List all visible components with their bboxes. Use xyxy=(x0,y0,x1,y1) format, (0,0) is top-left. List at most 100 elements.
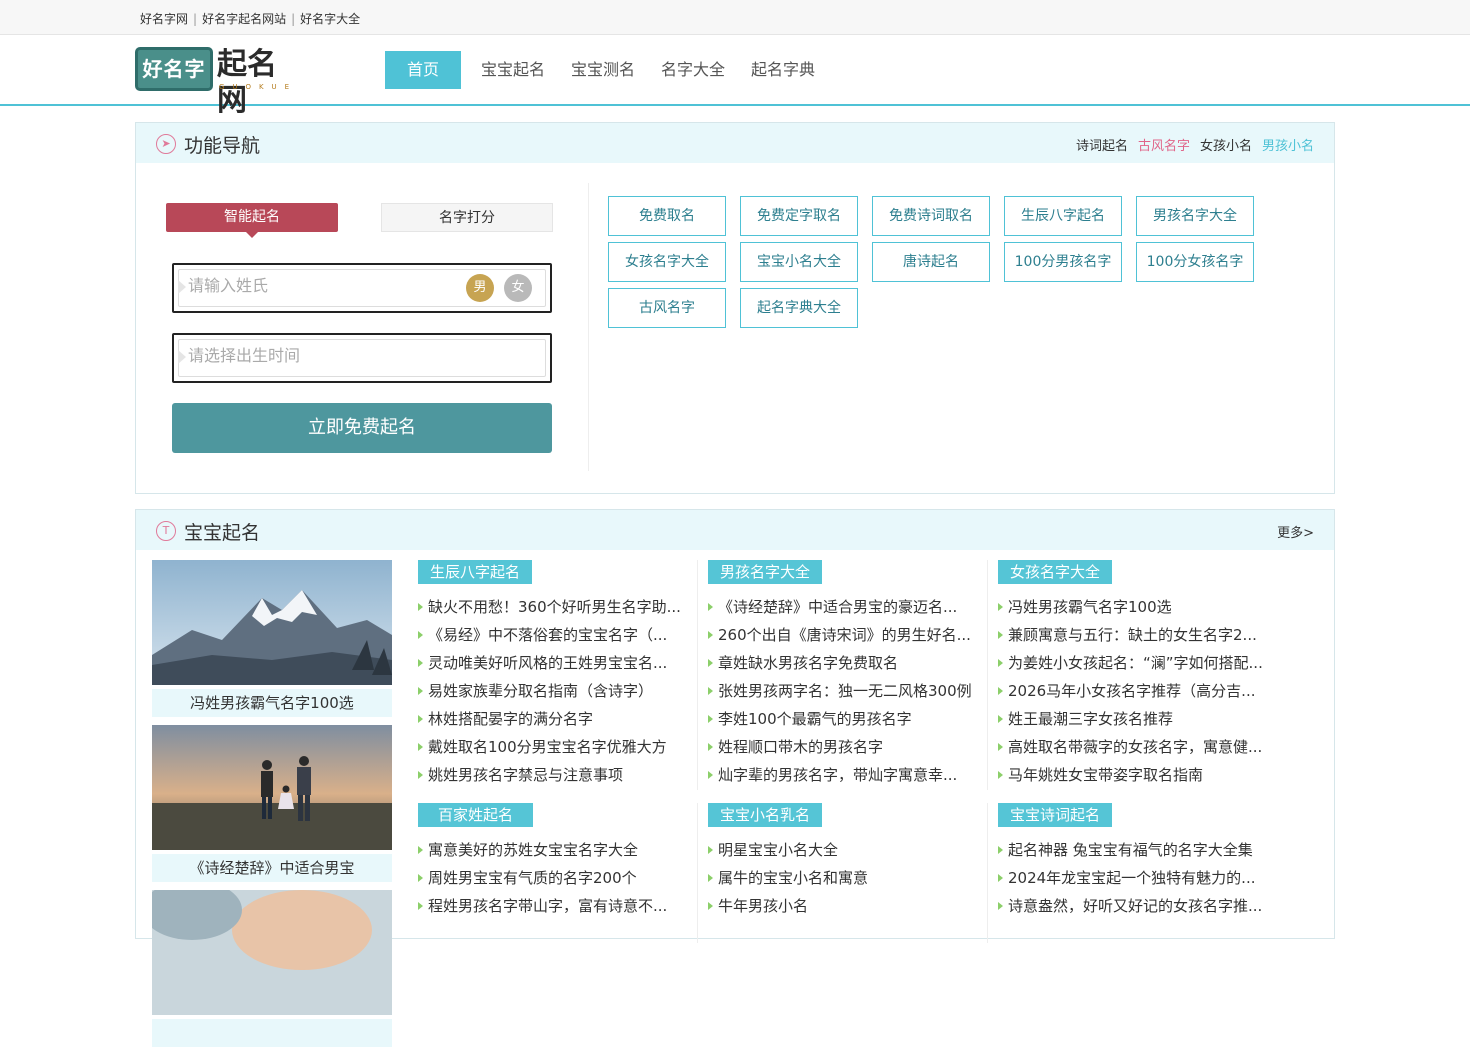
category-tag[interactable]: 宝宝小名乳名 xyxy=(708,803,823,827)
list-item[interactable]: 属牛的宝宝小名和寓意 xyxy=(708,864,978,892)
top-link-naming-site[interactable]: 好名字起名网站 xyxy=(202,12,286,26)
site-header: 好名字 起名网 GUOKUE 首页 宝宝起名 宝宝测名 名字大全 起名字典 xyxy=(0,35,1470,118)
category-tag[interactable]: 女孩名字大全 xyxy=(998,560,1113,584)
tool-ancient-names[interactable]: 古风名字 xyxy=(608,288,726,328)
list-item[interactable]: 牛年男孩小名 xyxy=(708,892,978,920)
nav-baby-name-test[interactable]: 宝宝测名 xyxy=(561,51,645,89)
t-badge-icon: T xyxy=(156,521,176,541)
tool-naming-dictionary[interactable]: 起名字典大全 xyxy=(740,288,858,328)
list-item[interactable]: 寓意美好的苏姓女宝宝名字大全 xyxy=(418,836,688,864)
thumb-caption: 《诗经楚辞》中适合男宝 xyxy=(152,854,392,882)
tool-free-naming[interactable]: 免费取名 xyxy=(608,196,726,236)
list-item[interactable]: 为姜姓小女孩起名：“澜”字如何搭配... xyxy=(998,649,1268,677)
tool-bazi-naming[interactable]: 生辰八字起名 xyxy=(1004,196,1122,236)
surname-field: 男 女 xyxy=(172,263,552,313)
site-logo[interactable]: 好名字 起名网 GUOKUE xyxy=(135,47,298,118)
main-nav: 首页 宝宝起名 宝宝测名 名字大全 起名字典 xyxy=(385,51,831,89)
free-naming-button[interactable]: 立即免费起名 xyxy=(172,403,552,453)
article-list: 寓意美好的苏姓女宝宝名字大全 周姓男宝宝有气质的名字200个 程姓男孩名字带山字… xyxy=(418,836,688,920)
list-item[interactable]: 灵动唯美好听风格的王姓男宝宝名... xyxy=(418,649,688,677)
list-item[interactable]: 高姓取名带薇字的女孩名字，寓意健... xyxy=(998,733,1268,761)
birth-time-input[interactable] xyxy=(188,343,448,367)
list-item[interactable]: 《易经》中不落俗套的宝宝名字（... xyxy=(418,621,688,649)
list-item[interactable]: 《诗经楚辞》中适合男宝的豪迈名... xyxy=(708,593,978,621)
logo-seal: 好名字 xyxy=(135,47,213,91)
list-item[interactable]: 缺火不用愁！360个好听男生名字助... xyxy=(418,593,688,621)
category-column: 女孩名字大全 冯姓男孩霸气名字100选 兼顾寓意与五行：缺土的女生名字2... … xyxy=(998,560,1268,789)
tool-100-boy-names[interactable]: 100分男孩名字 xyxy=(1004,242,1122,282)
list-item[interactable]: 章姓缺水男孩名字免费取名 xyxy=(708,649,978,677)
gender-female-button[interactable]: 女 xyxy=(504,274,532,302)
list-item[interactable]: 马年姚姓女宝带姿字取名指南 xyxy=(998,761,1268,789)
list-item[interactable]: 林姓搭配晏字的满分名字 xyxy=(418,705,688,733)
top-links: 好名字网 | 好名字起名网站 | 好名字大全 xyxy=(140,12,361,26)
quick-link-poetry-naming[interactable]: 诗词起名 xyxy=(1076,135,1128,154)
list-item[interactable]: 起名神器 兔宝宝有福气的名字大全集 xyxy=(998,836,1268,864)
list-item[interactable]: 兼顾寓意与五行：缺土的女生名字2... xyxy=(998,621,1268,649)
quick-link-boy-nickname[interactable]: 男孩小名 xyxy=(1262,135,1314,154)
top-link-home[interactable]: 好名字网 xyxy=(140,12,188,26)
field-arrow-icon xyxy=(178,350,186,364)
article-thumb[interactable]: 《诗经楚辞》中适合男宝 xyxy=(152,725,392,882)
tool-tang-poem-naming[interactable]: 唐诗起名 xyxy=(872,242,990,282)
list-item[interactable]: 姓程顺口带木的男孩名字 xyxy=(708,733,978,761)
tool-poetry-naming[interactable]: 免费诗词取名 xyxy=(872,196,990,236)
panel-title: 功能导航 xyxy=(184,135,261,157)
list-item[interactable]: 姚姓男孩名字禁忌与注意事项 xyxy=(418,761,688,789)
category-column: 男孩名字大全 《诗经楚辞》中适合男宝的豪迈名... 260个出自《唐诗宋词》的男… xyxy=(708,560,978,789)
article-list: 《诗经楚辞》中适合男宝的豪迈名... 260个出自《唐诗宋词》的男生好名... … xyxy=(708,593,978,789)
list-item[interactable]: 冯姓男孩霸气名字100选 xyxy=(998,593,1268,621)
list-item[interactable]: 张姓男孩两字名：独一无二风格300例 xyxy=(708,677,978,705)
list-item[interactable]: 戴姓取名100分男宝宝名字优雅大方 xyxy=(418,733,688,761)
list-item[interactable]: 易姓家族辈分取名指南（含诗字） xyxy=(418,677,688,705)
category-tag[interactable]: 生辰八字起名 xyxy=(418,560,533,584)
gender-male-button[interactable]: 男 xyxy=(466,274,494,302)
list-item[interactable]: 李姓100个最霸气的男孩名字 xyxy=(708,705,978,733)
nav-baby-naming[interactable]: 宝宝起名 xyxy=(471,51,555,89)
category-tag[interactable]: 百家姓起名 xyxy=(418,803,534,827)
article-list: 冯姓男孩霸气名字100选 兼顾寓意与五行：缺土的女生名字2... 为姜姓小女孩起… xyxy=(998,593,1268,789)
category-column: 宝宝诗词起名 起名神器 兔宝宝有福气的名字大全集 2024年龙宝宝起一个独特有魅… xyxy=(998,803,1268,920)
list-item[interactable]: 明星宝宝小名大全 xyxy=(708,836,978,864)
quick-link-girl-nickname[interactable]: 女孩小名 xyxy=(1200,135,1252,154)
category-column: 宝宝小名乳名 明星宝宝小名大全 属牛的宝宝小名和寓意 牛年男孩小名 xyxy=(708,803,978,920)
category-tag[interactable]: 男孩名字大全 xyxy=(708,560,823,584)
list-item[interactable]: 灿字辈的男孩名字，带灿字寓意幸... xyxy=(708,761,978,789)
logo-subtext: GUOKUE xyxy=(219,83,298,91)
family-walk-image xyxy=(152,725,392,850)
list-item[interactable]: 程姓男孩名字带山字，富有诗意不... xyxy=(418,892,688,920)
tab-name-scoring[interactable]: 名字打分 xyxy=(381,203,553,232)
snowy-mountain-image xyxy=(152,560,392,685)
more-link[interactable]: 更多> xyxy=(1277,522,1314,541)
nav-home[interactable]: 首页 xyxy=(385,51,461,89)
tool-girl-names[interactable]: 女孩名字大全 xyxy=(608,242,726,282)
nav-name-collection[interactable]: 名字大全 xyxy=(651,51,735,89)
baby-naming-panel: T 宝宝起名 更多> 冯姓男孩霸气名字100选 《诗经楚辞》中适合男宝 生辰八字… xyxy=(135,509,1335,1047)
category-column: 生辰八字起名 缺火不用愁！360个好听男生名字助... 《易经》中不落俗套的宝宝… xyxy=(418,560,688,789)
list-item[interactable]: 诗意盎然，好听又好记的女孩名字推... xyxy=(998,892,1268,920)
category-tag[interactable]: 宝宝诗词起名 xyxy=(998,803,1113,827)
divider xyxy=(588,183,589,471)
tool-fixed-char-naming[interactable]: 免费定字取名 xyxy=(740,196,858,236)
tool-baby-nicknames[interactable]: 宝宝小名大全 xyxy=(740,242,858,282)
article-list: 起名神器 兔宝宝有福气的名字大全集 2024年龙宝宝起一个独特有魅力的... 诗… xyxy=(998,836,1268,920)
category-column: 百家姓起名 寓意美好的苏姓女宝宝名字大全 周姓男宝宝有气质的名字200个 程姓男… xyxy=(418,803,688,920)
list-item[interactable]: 2024年龙宝宝起一个独特有魅力的... xyxy=(998,864,1268,892)
list-item[interactable]: 260个出自《唐诗宋词》的男生好名... xyxy=(708,621,978,649)
tool-boy-names[interactable]: 男孩名字大全 xyxy=(1136,196,1254,236)
tab-smart-naming[interactable]: 智能起名 xyxy=(166,203,338,238)
list-item[interactable]: 2026马年小女孩名字推荐（高分吉... xyxy=(998,677,1268,705)
column-divider xyxy=(697,560,698,790)
tool-100-girl-names[interactable]: 100分女孩名字 xyxy=(1136,242,1254,282)
article-list: 缺火不用愁！360个好听男生名字助... 《易经》中不落俗套的宝宝名字（... … xyxy=(418,593,688,789)
article-thumb[interactable] xyxy=(142,880,392,1047)
article-thumb[interactable]: 冯姓男孩霸气名字100选 xyxy=(152,560,392,717)
surname-input[interactable] xyxy=(188,273,448,297)
nav-naming-dictionary[interactable]: 起名字典 xyxy=(741,51,825,89)
panel-header: ➤ 功能导航 诗词起名 古风名字 女孩小名 男孩小名 xyxy=(136,123,1334,163)
top-link-name-collection[interactable]: 好名字大全 xyxy=(300,12,360,26)
list-item[interactable]: 周姓男宝宝有气质的名字200个 xyxy=(418,864,688,892)
thumb-caption: 冯姓男孩霸气名字100选 xyxy=(152,689,392,717)
quick-link-ancient-style[interactable]: 古风名字 xyxy=(1138,135,1190,154)
list-item[interactable]: 姓王最潮三字女孩名推荐 xyxy=(998,705,1268,733)
